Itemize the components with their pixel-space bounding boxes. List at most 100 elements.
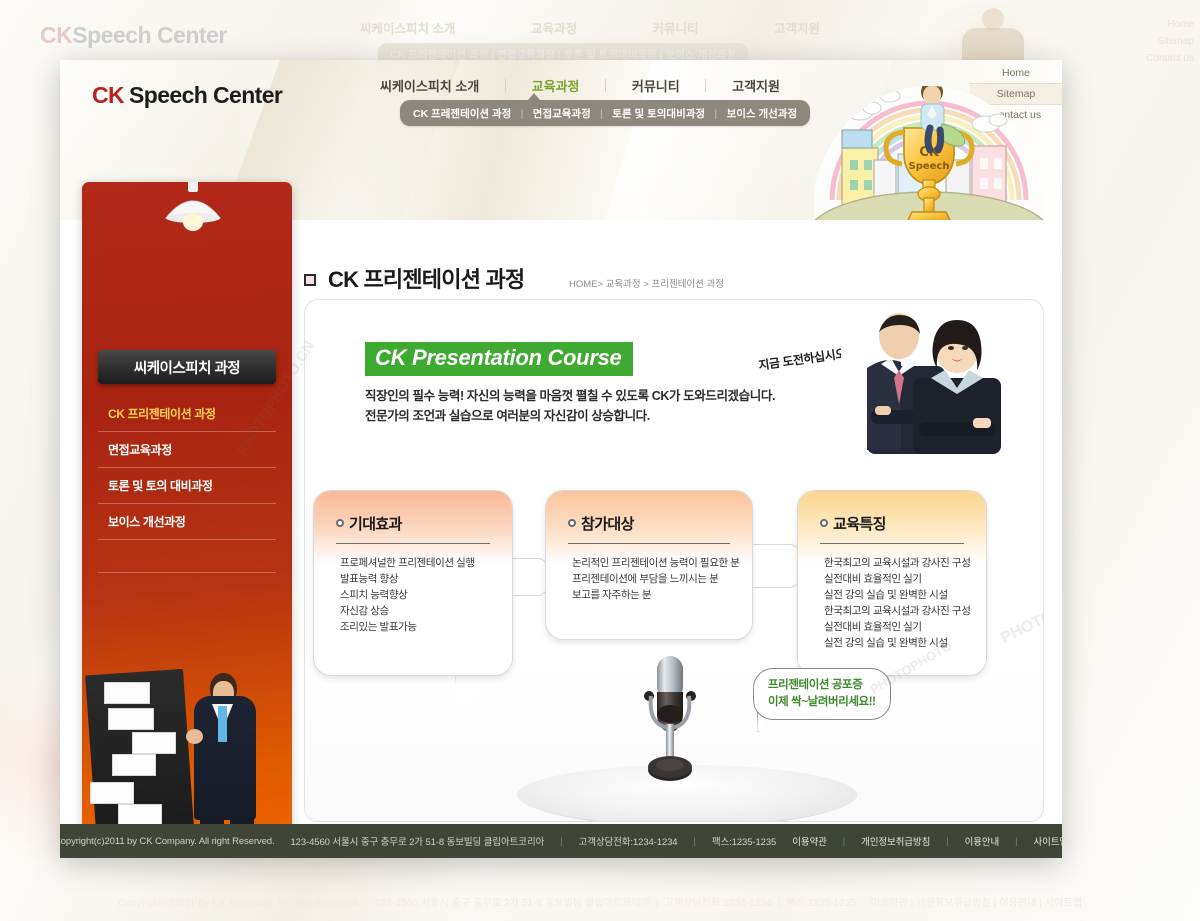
trophy-illustration: CK Speech <box>814 68 1044 220</box>
svg-text:Speech: Speech <box>909 161 950 172</box>
sidebar-menu: CK 프리젠테이션 과정 면접교육과정 토론 및 토의 대비과정 보이스 개선과… <box>98 396 276 573</box>
background-util-item: Contact us <box>1146 53 1194 64</box>
subnav-pointer-icon <box>528 93 540 100</box>
background-nav-item: 고객지원 <box>773 22 820 36</box>
sidebar-item-interview[interactable]: 면접교육과정 <box>98 432 276 468</box>
watermark: PHOTOPHOTO.CN <box>998 570 1044 648</box>
bullet-icon <box>820 519 828 527</box>
sidebar-item-spacer <box>98 540 276 573</box>
subnav-divider: | <box>520 109 524 120</box>
board-slide <box>108 708 154 730</box>
nav-divider <box>605 79 607 92</box>
list-item: 스피치 능력향상 <box>340 589 408 601</box>
list-item: 프리젠테이션에 부담을 느끼시는 분 <box>572 573 719 585</box>
footer-divider: | <box>842 836 846 846</box>
list-item: 실전 강의 실습 및 완벽한 시설 <box>824 637 948 649</box>
list-item: 발표능력 향상 <box>340 573 399 585</box>
business-people-photo <box>841 306 1021 454</box>
background-footer-phone: 고객상담전화:1234-1234 <box>664 898 772 909</box>
main-window: CK Speech Center 씨케이스피치 소개 교육과정 커뮤니티 고객지원… <box>60 60 1062 858</box>
secondary-navigation: CK 프레젠테이션 과정 | 면접교육과정 | 토론 및 토의대비과정 | 보이… <box>400 100 811 126</box>
page-header: CK 프리젠테이션 과정 HOME> 교육과정 > 프리젠테이션 과정 <box>304 265 1044 299</box>
subnav-item-voice[interactable]: 보이스 개선과정 <box>727 108 798 120</box>
course-description-line1: 직장인의 필수 능력! 자신의 능력을 마음껏 펼칠 수 있도록 CK가 도와드… <box>365 389 776 403</box>
background-util-item: Sitemap <box>1157 36 1194 47</box>
footer-divider: | <box>560 836 563 846</box>
board-slide <box>118 804 162 826</box>
bullet-icon <box>568 519 576 527</box>
background-footer-address: 123-4560 서울시 중구 충무로 2가 51-8 동보빌딩 클립아트코리아 <box>374 898 651 909</box>
list-item: 자신감 상승 <box>340 605 389 617</box>
list-item: 보고를 자주하는 분 <box>572 589 652 601</box>
subnav-item-interview[interactable]: 면접교육과정 <box>533 108 591 120</box>
nav-divider <box>504 79 506 92</box>
footer-copyright: Copyright(c)2011 by CK Company. All righ… <box>60 835 275 847</box>
background-footer-fax: 팩스:1235-1235 <box>786 898 857 909</box>
card-rule <box>336 543 490 544</box>
card-heading-text: 교육특징 <box>833 516 886 533</box>
footer-link-guide[interactable]: 이용안내 <box>965 834 1000 848</box>
cta-text: 지금 도전하십시오!! <box>757 345 854 373</box>
footer-fax: 팩스:1235-1235 <box>711 837 777 848</box>
breadcrumb: HOME> 교육과정 > 프리젠테이션 과정 <box>569 279 725 290</box>
nav-item-community[interactable]: 커뮤니티 <box>632 76 680 95</box>
footer-address: 123-4560 서울시 중구 충무로 2가 51-8 동보빌딩 클립아트코리아 <box>290 837 545 848</box>
card-course-features: 교육특징 한국최고의 교육시설과 강사진 구성 실전대비 효율적인 실기 실전 … <box>797 490 987 676</box>
bubble-line2: 이제 싹~날려버리세요!! <box>768 696 876 708</box>
background-footer-link: 개인정보취급방침 <box>916 898 991 909</box>
card-speech-tail <box>455 672 497 716</box>
card-target-audience: 참가대상 논리적인 프리젠테이션 능력이 필요한 분 프리젠테이션에 부담을 느… <box>545 490 753 640</box>
content-panel: CK Presentation Course 직장인의 필수 능력! 자신의 능… <box>304 299 1044 822</box>
subnav-item-presentation[interactable]: CK 프레젠테이션 과정 <box>413 108 511 120</box>
subnav-divider: | <box>600 109 603 120</box>
sidebar-item-debate[interactable]: 토론 및 토의 대비과정 <box>98 468 276 504</box>
card-rule <box>568 543 730 544</box>
sidebar-item-voice[interactable]: 보이스 개선과정 <box>98 504 276 540</box>
speech-bubble: 프리젠테이션 공포증 이제 싹~날려버리세요!! <box>753 668 891 720</box>
card-heading-text: 기대효과 <box>349 516 402 533</box>
board-slide <box>132 732 176 754</box>
board-slide <box>90 782 134 804</box>
sidebar-title: 씨케이스피치 과정 <box>98 350 276 384</box>
background-footer-link: 이용안내 <box>999 898 1037 909</box>
microphone-icon <box>635 652 705 797</box>
course-description: 직장인의 필수 능력! 자신의 능력을 마음껏 펼칠 수 있도록 CK가 도와드… <box>365 386 775 426</box>
site-logo[interactable]: CK Speech Center <box>92 82 283 109</box>
list-item: 실전대비 효율적인 실기 <box>824 573 922 585</box>
list-item: 논리적인 프리젠테이션 능력이 필요한 분 <box>572 557 740 569</box>
list-item: 실전대비 효율적인 실기 <box>824 621 922 633</box>
nav-item-support[interactable]: 고객지원 <box>732 76 780 95</box>
background-figure-head <box>982 8 1004 30</box>
footer-link-terms[interactable]: 이용약관 <box>792 834 827 848</box>
primary-navigation: 씨케이스피치 소개 교육과정 커뮤니티 고객지원 <box>380 76 780 95</box>
footer-divider: | <box>1015 836 1018 846</box>
list-item: 실전 강의 실습 및 완벽한 시설 <box>824 589 948 601</box>
background-footer-copyright: Copyright(c)2011 by CK Company. All righ… <box>117 898 361 909</box>
list-item: 한국최고의 교육시설과 강사진 구성 <box>824 605 971 617</box>
background-logo: CKSpeech Center <box>40 22 227 49</box>
nav-divider <box>705 79 707 92</box>
background-topnav: 씨케이스피치 소개 교육과정 커뮤니티 고객지원 <box>360 18 820 37</box>
card-heading: 참가대상 <box>568 513 634 534</box>
footer-phone: 고객상담전화:1234-1234 <box>578 837 678 848</box>
list-item: 조리있는 발표가능 <box>340 621 417 633</box>
card-list: 논리적인 프리젠테이션 능력이 필요한 분 프리젠테이션에 부담을 느끼시는 분… <box>572 555 740 603</box>
background-utilnav: Home Sitemap Contact us <box>1146 16 1194 67</box>
list-item: 한국최고의 교육시설과 강사진 구성 <box>824 557 971 569</box>
nav-item-about[interactable]: 씨케이스피치 소개 <box>380 76 479 95</box>
background-logo-ck: CK <box>40 22 73 48</box>
footer-divider: | <box>946 836 949 846</box>
background-footer-link: 사이트맵 <box>1044 898 1083 909</box>
card-expected-effects: 기대효과 프로페셔널한 프리젠테이션 실행 발표능력 향상 스피치 능력향상 자… <box>313 490 513 676</box>
sidebar-item-presentation[interactable]: CK 프리젠테이션 과정 <box>98 396 276 432</box>
footer-link-sitemap[interactable]: 사이트맵 <box>1033 834 1062 848</box>
subnav-item-debate[interactable]: 토론 및 토의대비과정 <box>612 108 705 120</box>
subnav-divider: | <box>714 109 718 120</box>
lamp-icon <box>158 182 228 232</box>
footer-link-privacy[interactable]: 개인정보취급방침 <box>861 834 930 848</box>
card-list: 한국최고의 교육시설과 강사진 구성 실전대비 효율적인 실기 실전 강의 실습… <box>824 555 972 651</box>
course-banner: CK Presentation Course <box>365 342 634 376</box>
page-title-bullet-icon <box>304 274 316 286</box>
card-heading-text: 참가대상 <box>581 516 634 533</box>
list-item: 프로페셔널한 프리젠테이션 실행 <box>340 557 475 569</box>
